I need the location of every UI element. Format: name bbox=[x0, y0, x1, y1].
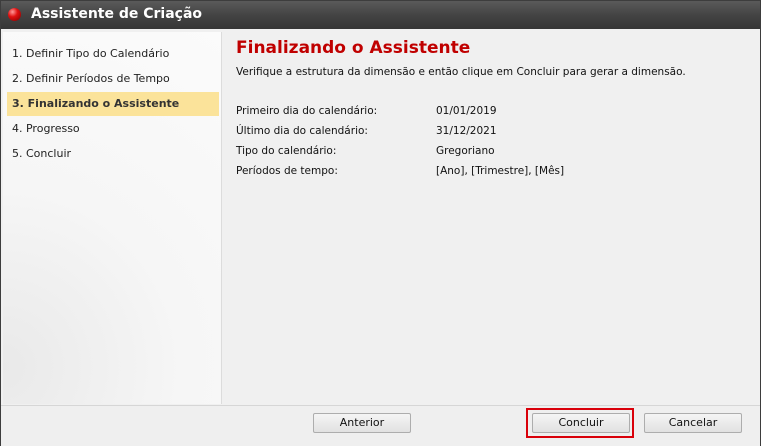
calendar-type-label: Tipo do calendário: bbox=[236, 145, 337, 157]
page-title: Finalizando o Assistente bbox=[236, 38, 471, 58]
step-finishing-wizard: 3. Finalizando o Assistente bbox=[7, 92, 219, 116]
main-panel: Finalizando o Assistente Verifique a est… bbox=[223, 32, 758, 404]
first-day-value: 01/01/2019 bbox=[436, 105, 497, 117]
wizard-window: Assistente de Criação 1. Definir Tipo do… bbox=[0, 0, 761, 446]
step-progress: 4. Progresso bbox=[12, 122, 80, 135]
back-button[interactable]: Anterior bbox=[313, 413, 411, 433]
cancel-button[interactable]: Cancelar bbox=[644, 413, 742, 433]
last-day-label: Último dia do calendário: bbox=[236, 125, 368, 137]
page-instructions: Verifique a estrutura da dimensão e entã… bbox=[236, 66, 686, 78]
window-title: Assistente de Criação bbox=[31, 6, 203, 22]
finish-button[interactable]: Concluir bbox=[532, 413, 630, 433]
last-day-value: 31/12/2021 bbox=[436, 125, 497, 137]
button-bar: Anterior Concluir Cancelar bbox=[1, 405, 760, 446]
first-day-label: Primeiro dia do calendário: bbox=[236, 105, 378, 117]
step-conclude: 5. Concluir bbox=[12, 147, 72, 160]
title-bar: Assistente de Criação bbox=[1, 1, 760, 29]
steps-sidebar: 1. Definir Tipo do Calendário 2. Definir… bbox=[3, 32, 222, 404]
time-periods-label: Períodos de tempo: bbox=[236, 165, 338, 177]
time-periods-value: [Ano], [Trimestre], [Mês] bbox=[436, 165, 565, 177]
step-define-time-periods: 2. Definir Períodos de Tempo bbox=[12, 72, 170, 85]
app-orb-icon bbox=[8, 8, 21, 21]
calendar-type-value: Gregoriano bbox=[436, 145, 495, 157]
step-define-calendar-type: 1. Definir Tipo do Calendário bbox=[12, 47, 170, 60]
